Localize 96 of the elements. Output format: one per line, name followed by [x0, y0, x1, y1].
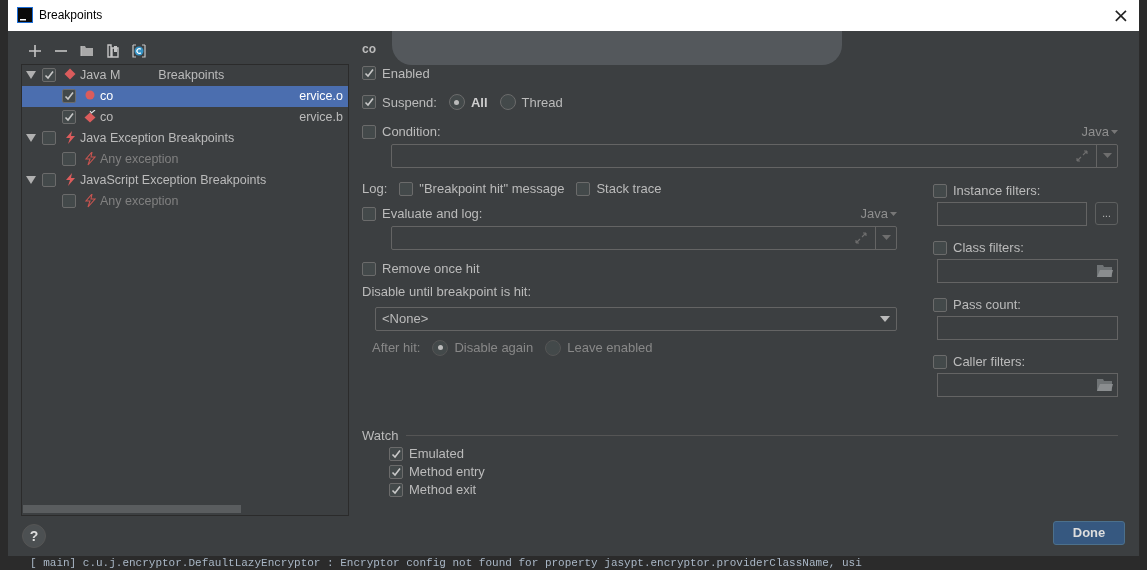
- checkbox-label: Class filters:: [953, 240, 1024, 256]
- checkbox-label: Remove once hit: [382, 261, 480, 277]
- tree-item-label: Any exception: [100, 152, 179, 167]
- checkbox-label: Method entry: [409, 464, 485, 480]
- checkbox[interactable]: [389, 482, 403, 497]
- radio-label: All: [470, 94, 488, 110]
- text-field[interactable]: [937, 201, 1087, 226]
- checkbox[interactable]: [362, 66, 376, 81]
- scrollbar[interactable]: [23, 504, 241, 513]
- expand-arrow-icon[interactable]: [26, 70, 36, 81]
- checkbox[interactable]: [389, 446, 403, 461]
- checkbox-label: Pass count:: [953, 297, 1021, 313]
- tree-row[interactable]: Java M Breakpoints: [22, 64, 348, 86]
- tree-item-label: ervice.o: [299, 89, 343, 104]
- done-button[interactable]: Done: [1053, 520, 1125, 545]
- checkbox-label: Instance filters:: [953, 183, 1041, 199]
- checkbox-label: Enabled: [382, 65, 430, 81]
- caret-icon: [890, 211, 897, 216]
- radio-label: Disable again: [454, 340, 534, 356]
- radio-label: Thread: [521, 94, 563, 110]
- close-button[interactable]: ×: [1106, 0, 1136, 31]
- lightning-icon: [64, 131, 76, 146]
- checkbox[interactable]: [362, 261, 376, 276]
- app-logo-icon: [17, 7, 33, 24]
- tree-row[interactable]: Java Exception Breakpoints: [22, 127, 348, 149]
- expression-field[interactable]: [391, 225, 897, 250]
- checkbox[interactable]: [62, 110, 76, 125]
- checkbox[interactable]: [42, 68, 56, 83]
- checkbox-label: Suspend:: [382, 94, 437, 110]
- checkbox[interactable]: [933, 240, 947, 255]
- text-field[interactable]: [937, 315, 1118, 340]
- folder-icon: [1097, 264, 1113, 278]
- tree-item-label: co: [100, 89, 114, 104]
- file-icon[interactable]: [105, 42, 121, 59]
- lightning-icon: [64, 173, 76, 188]
- checkbox-label: Method exit: [409, 482, 477, 498]
- caret-icon: [1111, 129, 1118, 134]
- checkbox[interactable]: [362, 206, 376, 221]
- tree-item-label: Any exception: [100, 194, 179, 209]
- browse-button[interactable]: ...: [1095, 201, 1118, 225]
- tree-item-label: Java Exception Breakpoints: [80, 131, 235, 146]
- expand-arrow-icon[interactable]: [26, 133, 36, 144]
- breakpoint-heading: co: [362, 41, 376, 58]
- checkbox-label: Condition:: [382, 124, 441, 140]
- radio-button[interactable]: [499, 94, 516, 111]
- language-dropdown[interactable]: Java: [1081, 124, 1118, 140]
- checkbox-label: Caller filters:: [953, 354, 1026, 370]
- text-field[interactable]: [937, 372, 1118, 397]
- tree-item-label: JavaScript Exception Breakpoints: [80, 173, 267, 188]
- checkbox[interactable]: [576, 181, 591, 196]
- diamond-check-icon: [84, 110, 96, 125]
- section-title: Watch: [362, 428, 399, 444]
- tree-item-label: co: [100, 110, 114, 125]
- checkbox[interactable]: [42, 173, 56, 188]
- tree-item-label: Java M: [80, 68, 121, 83]
- checkbox[interactable]: [933, 297, 947, 312]
- expression-field[interactable]: [391, 143, 1118, 168]
- text-field[interactable]: [937, 258, 1118, 283]
- lightning-icon: [84, 152, 96, 167]
- tree-row[interactable]: co ervice.b: [22, 106, 348, 128]
- checkbox[interactable]: [933, 183, 947, 198]
- checkbox[interactable]: [399, 181, 414, 196]
- console-line: [ main] c.u.j.encryptor.DefaultLazyEncryptor : Encryptor config not found for property jasypt.encryptor.providerClassName, usi: [29, 556, 863, 570]
- after-hit-label: After hit:: [372, 340, 421, 356]
- dropdown[interactable]: <None>: [375, 306, 897, 331]
- checkbox[interactable]: [362, 95, 376, 110]
- dropdown-arrow-icon: [881, 235, 891, 241]
- log-label: Log:: [362, 181, 388, 197]
- folder-icon: [1097, 378, 1113, 392]
- section-label: Disable until breakpoint is hit:: [362, 283, 533, 302]
- window-title: Breakpoints: [39, 8, 103, 23]
- class-icon[interactable]: [131, 42, 147, 59]
- radio-label: Leave enabled: [567, 340, 653, 356]
- tree-item-label: Breakpoints: [158, 68, 225, 83]
- add-icon[interactable]: [27, 42, 43, 59]
- checkbox-label: "Breakpoint hit" message: [419, 181, 565, 197]
- expand-icon: [855, 231, 867, 244]
- checkbox-label: Stack trace: [596, 181, 662, 197]
- expand-arrow-icon[interactable]: [26, 175, 36, 186]
- dropdown-arrow-icon: [880, 315, 890, 322]
- help-button[interactable]: ?: [22, 523, 46, 548]
- checkbox[interactable]: [389, 464, 403, 479]
- tree-item-label: ervice.b: [299, 110, 343, 125]
- checkbox[interactable]: [42, 131, 56, 146]
- tree-row[interactable]: co ervice.o: [22, 85, 348, 107]
- checkbox-label: Evaluate and log:: [382, 206, 483, 222]
- language-dropdown[interactable]: Java: [860, 206, 897, 222]
- checkbox[interactable]: [62, 89, 76, 104]
- lightning-icon: [84, 194, 96, 209]
- checkbox-label: Emulated: [409, 446, 464, 462]
- dropdown-arrow-icon: [1102, 153, 1112, 159]
- tree-row[interactable]: JavaScript Exception Breakpoints: [22, 169, 348, 191]
- radio-button[interactable]: [448, 94, 465, 111]
- expand-icon: [1076, 149, 1088, 162]
- checkbox[interactable]: [362, 124, 376, 139]
- checkbox[interactable]: [933, 354, 947, 369]
